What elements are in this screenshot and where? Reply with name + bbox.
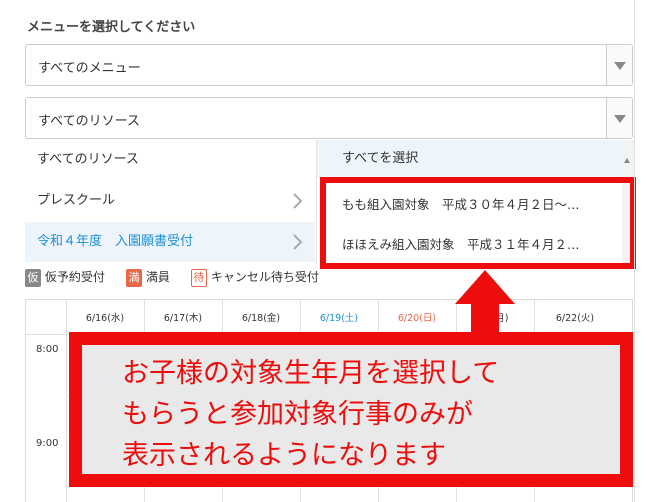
legend-full: 満 満員 bbox=[126, 268, 170, 287]
menu-select-label: メニューを選択してください bbox=[27, 20, 196, 35]
calendar-day[interactable]: 6/22(火) bbox=[540, 310, 610, 324]
calendar-day[interactable]: 6/18(金) bbox=[226, 310, 296, 324]
chevron-right-icon bbox=[293, 234, 303, 250]
calendar-day[interactable]: 6/19(土) bbox=[304, 310, 374, 324]
resource-select[interactable]: すべてのリソース bbox=[25, 97, 633, 139]
menu-select-value: すべてのメニュー bbox=[38, 61, 141, 76]
menu-select[interactable]: すべてのメニュー bbox=[25, 44, 633, 86]
select-all-option[interactable]: すべてを選択 bbox=[317, 140, 634, 178]
calendar-day[interactable]: 6/16(水) bbox=[70, 310, 140, 324]
category-item-preschool[interactable]: プレスクール bbox=[25, 181, 315, 221]
category-item-label: すべてのリソース bbox=[37, 152, 139, 167]
calendar-day[interactable]: 6/20(日) bbox=[382, 310, 452, 324]
resource-select-value: すべてのリソース bbox=[38, 114, 140, 129]
category-item-label: プレスクール bbox=[37, 193, 116, 208]
provisional-badge: 仮 bbox=[25, 268, 41, 287]
waitlist-badge: 待 bbox=[191, 268, 207, 287]
highlight-box bbox=[320, 177, 636, 269]
time-label: 8:00 bbox=[36, 344, 59, 355]
callout-line: 表示されるようになります bbox=[122, 440, 446, 471]
legend-label: キャンセル待ち受付 bbox=[210, 270, 319, 284]
legend-waitlist: 待 キャンセル待ち受付 bbox=[191, 268, 319, 287]
chevron-right-icon bbox=[293, 193, 303, 209]
legend-label: 仮予約受付 bbox=[44, 270, 105, 284]
page-edge bbox=[634, 0, 635, 502]
annotation-callout: お子様の対象生年月を選択して もらうと参加対象行事のみが 表示されるようになりま… bbox=[69, 332, 633, 487]
callout-line: お子様の対象生年月を選択して bbox=[122, 358, 500, 389]
chevron-down-icon[interactable] bbox=[606, 45, 632, 85]
category-item-enrollment[interactable]: 令和４年度 入園願書受付 bbox=[25, 222, 315, 262]
time-label: 9:00 bbox=[36, 438, 59, 449]
category-item-all[interactable]: すべてのリソース bbox=[25, 140, 315, 180]
chevron-down-icon[interactable] bbox=[606, 98, 632, 138]
legend-provisional: 仮 仮予約受付 bbox=[25, 268, 105, 287]
full-badge: 満 bbox=[126, 268, 142, 287]
calendar-day[interactable]: 6/17(木) bbox=[148, 310, 218, 324]
category-item-label: 令和４年度 入園願書受付 bbox=[37, 234, 194, 249]
legend-label: 満員 bbox=[145, 270, 170, 284]
resource-category-list: すべてのリソース プレスクール 令和４年度 入園願書受付 bbox=[25, 140, 315, 262]
callout-body: お子様の対象生年月を選択して もらうと参加対象行事のみが 表示されるようになりま… bbox=[82, 345, 620, 474]
callout-line: もらうと参加対象行事のみが bbox=[122, 399, 473, 430]
